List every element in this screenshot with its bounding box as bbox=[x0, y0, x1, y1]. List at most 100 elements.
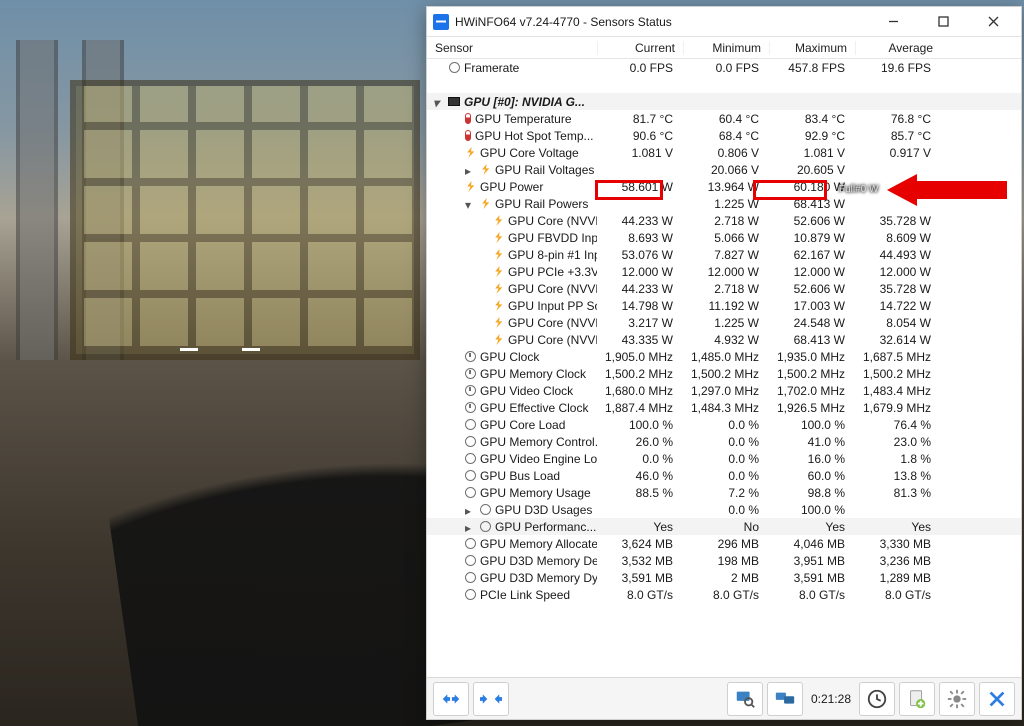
maximize-button[interactable] bbox=[921, 8, 965, 36]
sensor-row[interactable]: ▸ GPU Rail Voltages 20.066 V20.605 V bbox=[427, 161, 1021, 178]
bg-pillar bbox=[82, 40, 124, 360]
sensor-row[interactable]: GPU Core Voltage1.081 V0.806 V1.081 V0.9… bbox=[427, 144, 1021, 161]
cell-max: 52.606 W bbox=[769, 282, 855, 296]
cell-min: 0.0 FPS bbox=[683, 61, 769, 75]
dual-monitor-icon bbox=[774, 688, 796, 710]
sensor-row[interactable]: GPU D3D Memory Dy...3,591 MB2 MB3,591 MB… bbox=[427, 569, 1021, 586]
cell-label: GPU Temperature bbox=[475, 112, 572, 126]
sensor-row[interactable]: GPU Memory Allocated3,624 MB296 MB4,046 … bbox=[427, 535, 1021, 552]
cell-avg: 85.7 °C bbox=[855, 129, 941, 143]
sensor-row[interactable]: GPU Power58.601 W13.964 W60.180 W bbox=[427, 178, 1021, 195]
cell-label: GPU D3D Memory De... bbox=[480, 554, 597, 568]
cell-max: 68.413 W bbox=[769, 333, 855, 347]
chevron-down-icon[interactable]: ▾ bbox=[465, 198, 476, 209]
cell-label: GPU Video Clock bbox=[480, 384, 573, 398]
clock-button[interactable] bbox=[859, 682, 895, 716]
remote-monitor-button[interactable] bbox=[727, 682, 763, 716]
cell-max: 20.605 V bbox=[769, 163, 855, 177]
col-maximum[interactable]: Maximum bbox=[769, 41, 855, 55]
save-report-button[interactable] bbox=[899, 682, 935, 716]
sensor-row[interactable]: GPU Video Clock1,680.0 MHz1,297.0 MHz1,7… bbox=[427, 382, 1021, 399]
sensor-row[interactable]: GPU Core (NVVD...44.233 W2.718 W52.606 W… bbox=[427, 212, 1021, 229]
cell-label: GPU PCIe +3.3V I... bbox=[508, 265, 597, 279]
cell-label: GPU FBVDD Input... bbox=[508, 231, 597, 245]
cell-avg: 8.054 W bbox=[855, 316, 941, 330]
sensor-row[interactable]: GPU PCIe +3.3V I...12.000 W12.000 W12.00… bbox=[427, 263, 1021, 280]
sensor-row[interactable]: GPU Core (NVVD...43.335 W4.932 W68.413 W… bbox=[427, 331, 1021, 348]
cell-min: 4.932 W bbox=[683, 333, 769, 347]
cell-current: 1,500.2 MHz bbox=[597, 367, 683, 381]
sensor-row[interactable]: GPU Hot Spot Temp...90.6 °C68.4 °C92.9 °… bbox=[427, 127, 1021, 144]
sensor-row[interactable]: GPU FBVDD Input...8.693 W5.066 W10.879 W… bbox=[427, 229, 1021, 246]
hwinfo-window[interactable]: HWiNFO64 v7.24-4770 - Sensors Status Sen… bbox=[426, 6, 1022, 720]
lightning-icon bbox=[493, 266, 504, 277]
cell-label: PCIe Link Speed bbox=[480, 588, 570, 602]
cell-min: 20.066 V bbox=[683, 163, 769, 177]
cell-max: Yes bbox=[769, 520, 855, 534]
cell-current: 90.6 °C bbox=[597, 129, 683, 143]
chevron-down-icon[interactable]: ▾ bbox=[433, 96, 444, 107]
settings-button[interactable] bbox=[939, 682, 975, 716]
arrows-out-icon bbox=[440, 688, 462, 710]
cell-max: 3,591 MB bbox=[769, 571, 855, 585]
col-minimum[interactable]: Minimum bbox=[683, 41, 769, 55]
sensor-row[interactable]: GPU 8-pin #1 Inp...53.076 W7.827 W62.167… bbox=[427, 246, 1021, 263]
sensor-row[interactable]: GPU Core (NVVD...3.217 W1.225 W24.548 W8… bbox=[427, 314, 1021, 331]
row-framerate[interactable]: Framerate 0.0 FPS 0.0 FPS 457.8 FPS 19.6… bbox=[427, 59, 1021, 76]
col-average[interactable]: Average bbox=[855, 41, 941, 55]
cell-label: GPU Rail Voltages bbox=[495, 163, 594, 177]
gauge-icon bbox=[480, 521, 491, 532]
cell-label: GPU Input PP So... bbox=[508, 299, 597, 313]
cell-min: 0.0 % bbox=[683, 435, 769, 449]
sensor-row[interactable]: GPU Core (NVVD...44.233 W2.718 W52.606 W… bbox=[427, 280, 1021, 297]
close-sensors-button[interactable] bbox=[979, 682, 1015, 716]
sensor-row[interactable]: GPU Input PP So...14.798 W11.192 W17.003… bbox=[427, 297, 1021, 314]
sensor-row[interactable]: GPU Memory Clock1,500.2 MHz1,500.2 MHz1,… bbox=[427, 365, 1021, 382]
cell-min: 1,500.2 MHz bbox=[683, 367, 769, 381]
sensor-row[interactable]: GPU D3D Memory De...3,532 MB198 MB3,951 … bbox=[427, 552, 1021, 569]
lightning-icon bbox=[493, 317, 504, 328]
cell-avg: 32.614 W bbox=[855, 333, 941, 347]
sensor-row[interactable]: GPU Video Engine Lo...0.0 %0.0 %16.0 %1.… bbox=[427, 450, 1021, 467]
lightning-icon bbox=[480, 164, 491, 175]
col-sensor[interactable]: Sensor bbox=[427, 41, 597, 55]
cell-min: 2.718 W bbox=[683, 282, 769, 296]
sensor-row[interactable]: PCIe Link Speed8.0 GT/s8.0 GT/s8.0 GT/s8… bbox=[427, 586, 1021, 603]
sensor-row[interactable]: GPU Temperature81.7 °C60.4 °C83.4 °C76.8… bbox=[427, 110, 1021, 127]
sensor-row[interactable]: GPU Memory Control...26.0 %0.0 %41.0 %23… bbox=[427, 433, 1021, 450]
col-current[interactable]: Current bbox=[597, 41, 683, 55]
expand-all-button[interactable] bbox=[433, 682, 469, 716]
cell-label: GPU Core (NVVD... bbox=[508, 333, 597, 347]
sensor-row[interactable]: ▾GPU Rail Powers1.225 W68.413 W bbox=[427, 195, 1021, 212]
column-headers[interactable]: Sensor Current Minimum Maximum Average bbox=[427, 37, 1021, 59]
minimize-button[interactable] bbox=[871, 8, 915, 36]
titlebar[interactable]: HWiNFO64 v7.24-4770 - Sensors Status bbox=[427, 7, 1021, 37]
sensor-rows[interactable]: Framerate 0.0 FPS 0.0 FPS 457.8 FPS 19.6… bbox=[427, 59, 1021, 677]
cell-label: GPU Memory Control... bbox=[480, 435, 597, 449]
sensor-row[interactable]: GPU Effective Clock1,887.4 MHz1,484.3 MH… bbox=[427, 399, 1021, 416]
cell-current: 44.233 W bbox=[597, 214, 683, 228]
sensor-row[interactable]: GPU Memory Usage88.5 %7.2 %98.8 %81.3 % bbox=[427, 484, 1021, 501]
sensor-row[interactable]: ▸GPU D3D Usages0.0 %100.0 % bbox=[427, 501, 1021, 518]
cell-avg: 1,500.2 MHz bbox=[855, 367, 941, 381]
logging-button[interactable] bbox=[767, 682, 803, 716]
sensor-row[interactable]: ▸GPU Performanc...YesNoYesYes bbox=[427, 518, 1021, 535]
chevron-right-icon[interactable]: ▸ bbox=[465, 521, 476, 532]
chevron-right-icon[interactable]: ▸ bbox=[465, 164, 476, 175]
cell-min: 1,297.0 MHz bbox=[683, 384, 769, 398]
cell-label: GPU Memory Allocated bbox=[480, 537, 597, 551]
close-button[interactable] bbox=[971, 8, 1015, 36]
cell-label: GPU Effective Clock bbox=[480, 401, 588, 415]
cell-label: GPU Memory Clock bbox=[480, 367, 586, 381]
collapse-all-button[interactable] bbox=[473, 682, 509, 716]
row-gpu-section[interactable]: ▾ GPU [#0]: NVIDIA G... bbox=[427, 93, 1021, 110]
chevron-right-icon[interactable]: ▸ bbox=[465, 504, 476, 515]
clock-icon bbox=[465, 351, 476, 362]
sensor-row[interactable]: GPU Bus Load46.0 %0.0 %60.0 %13.8 % bbox=[427, 467, 1021, 484]
sensor-row[interactable]: GPU Core Load100.0 %0.0 %100.0 %76.4 % bbox=[427, 416, 1021, 433]
cell-label: GPU Hot Spot Temp... bbox=[475, 129, 594, 143]
cell-avg: 76.4 % bbox=[855, 418, 941, 432]
cell-min: 0.0 % bbox=[683, 503, 769, 517]
sensor-row[interactable]: GPU Clock1,905.0 MHz1,485.0 MHz1,935.0 M… bbox=[427, 348, 1021, 365]
cell-min: 13.964 W bbox=[683, 180, 769, 194]
